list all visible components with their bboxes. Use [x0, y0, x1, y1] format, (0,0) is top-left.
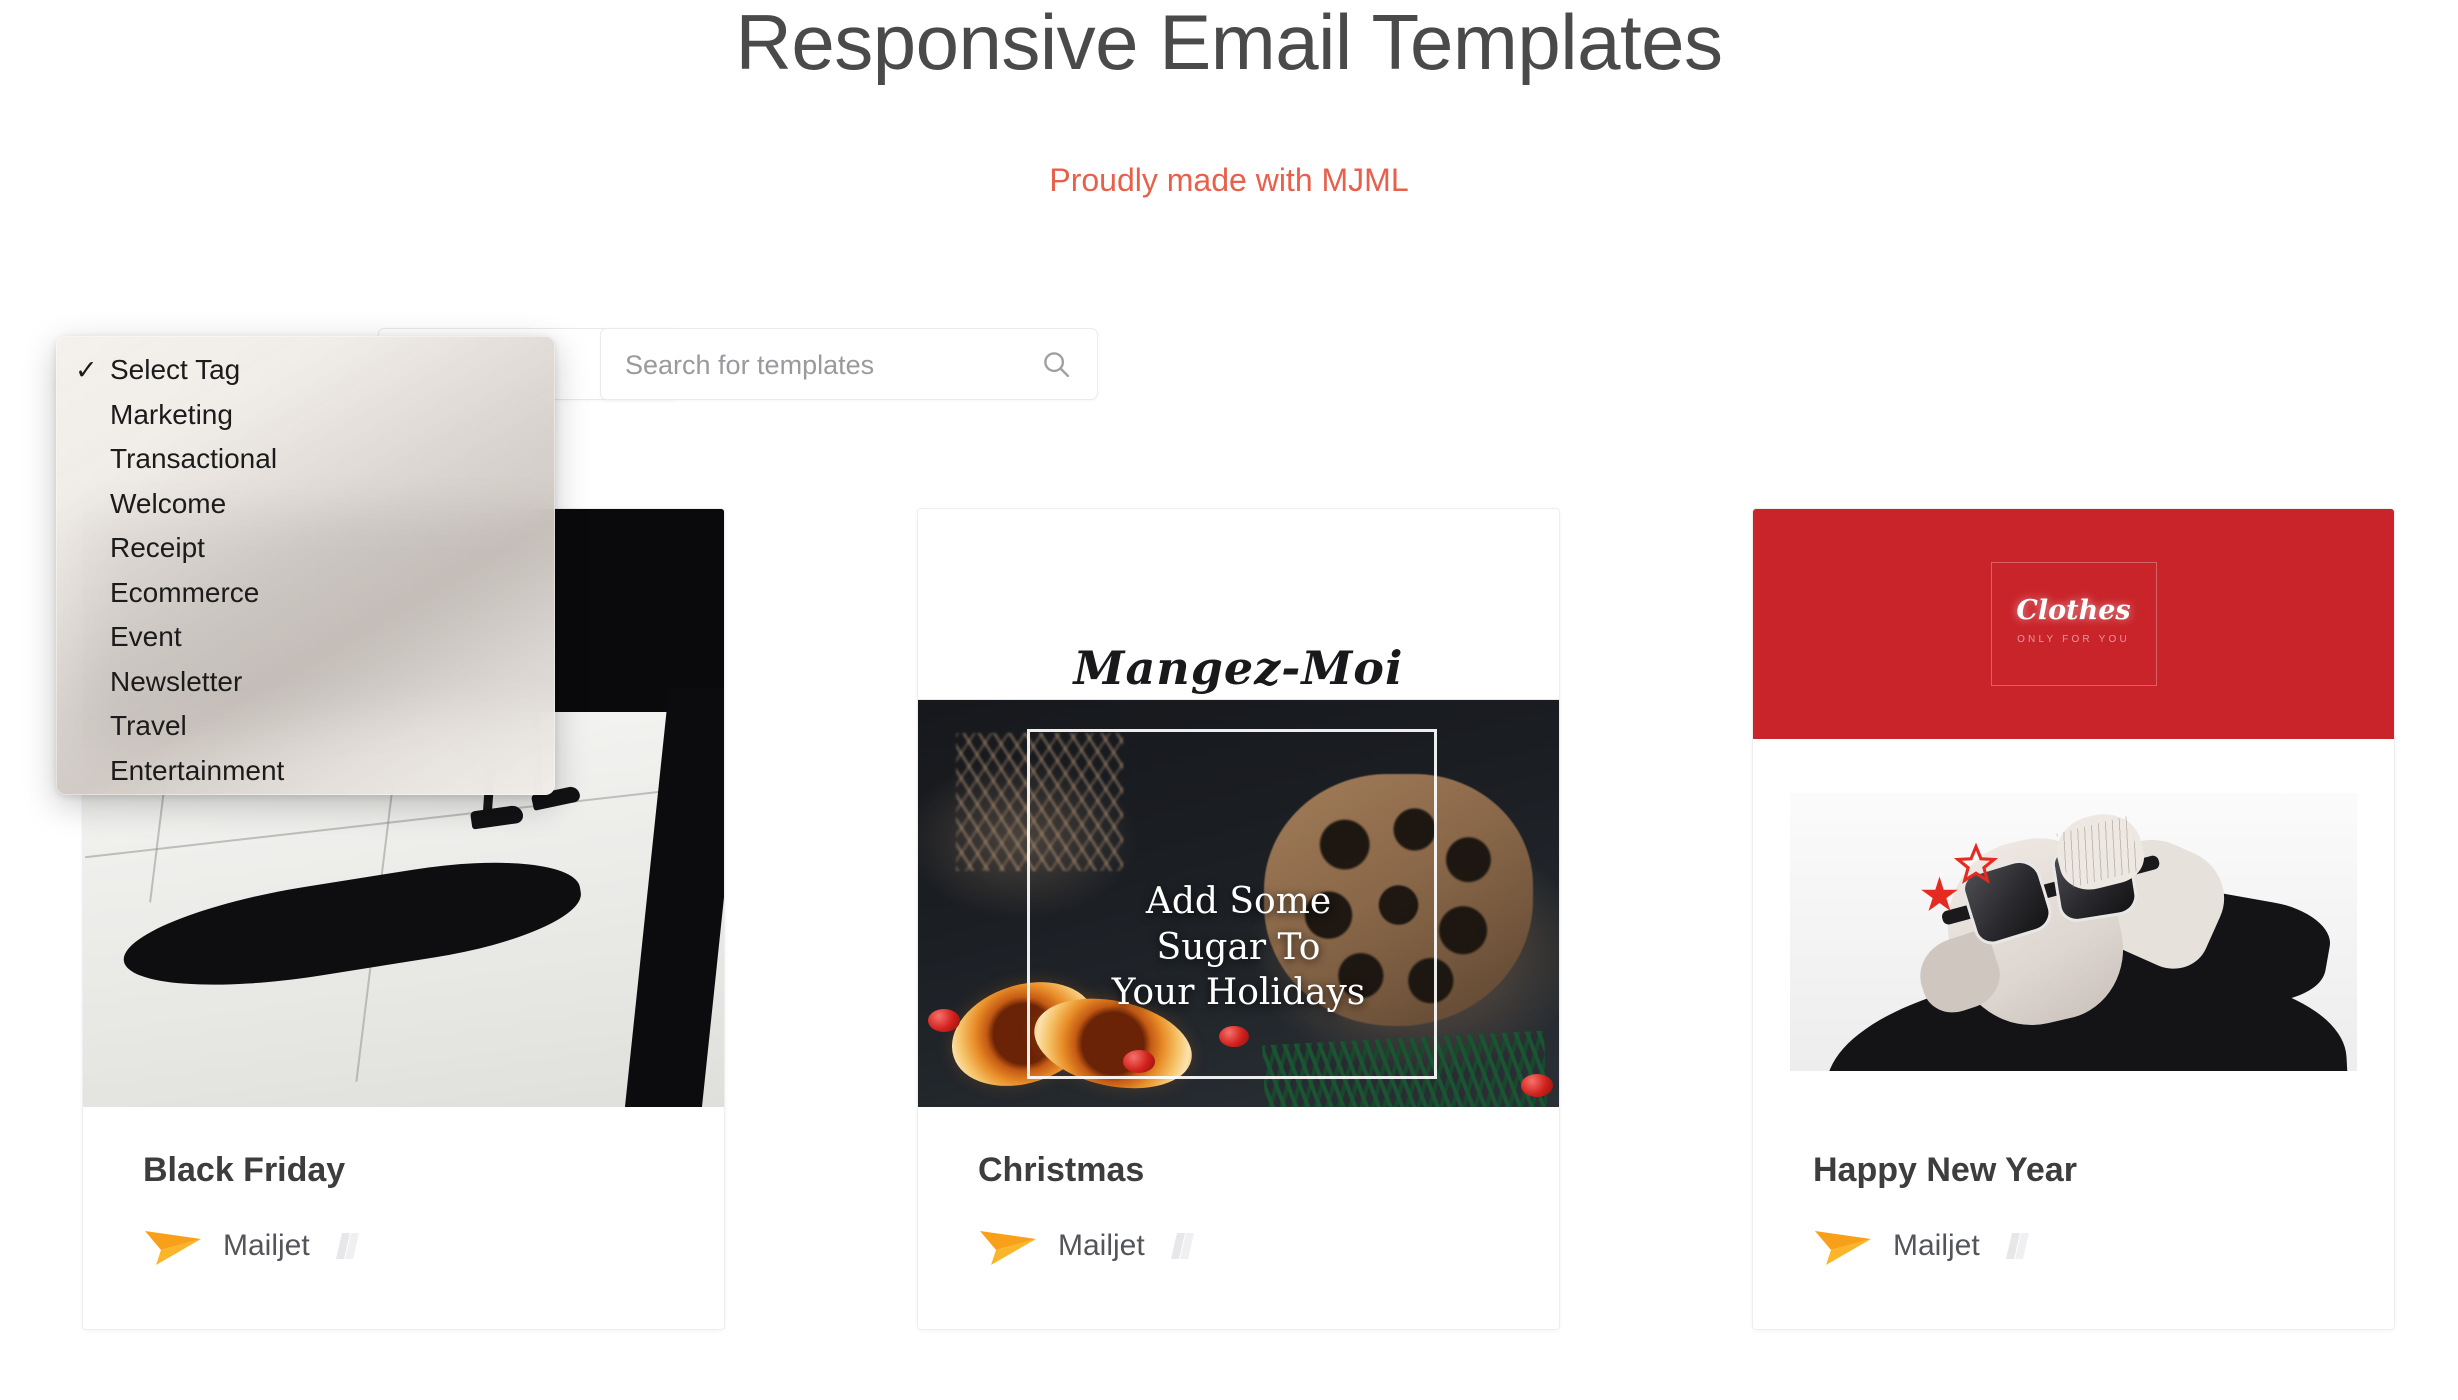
- mailjet-arrow-icon: [980, 1231, 1036, 1265]
- preview-hero-text: Add Some Sugar To Your Holidays: [918, 879, 1559, 1015]
- tag-option-label: Entertainment: [110, 754, 285, 786]
- template-title: Christmas: [978, 1151, 1145, 1189]
- template-author: Mailjet: [1813, 1225, 2032, 1267]
- template-thumbnail: Clothes ONLY FOR YOU: [1753, 509, 2394, 1107]
- template-thumbnail: Mangez-Moi Product | Concept | Contact A…: [918, 509, 1559, 1107]
- tag-option-select-tag[interactable]: ✓ Select Tag: [56, 348, 555, 393]
- mailjet-slash-icon: [335, 1233, 359, 1259]
- template-card-footer: Happy New Year Mailjet: [1753, 1107, 2394, 1329]
- tag-option-transactional[interactable]: Transactional: [56, 437, 555, 482]
- preview-hero-line: Add Some: [1145, 881, 1332, 923]
- template-author-name: Mailjet: [1058, 1229, 1145, 1262]
- christmas-preview-image: Mangez-Moi Product | Concept | Contact A…: [918, 509, 1559, 1107]
- template-author-name: Mailjet: [223, 1229, 310, 1262]
- tag-option-event[interactable]: Event: [56, 615, 555, 660]
- tag-option-label: Welcome: [110, 487, 227, 519]
- search-input[interactable]: [625, 329, 1021, 401]
- tag-option-label: Travel: [110, 710, 187, 741]
- preview-logo-box: Clothes ONLY FOR YOU: [1990, 562, 2157, 687]
- template-card-footer: Black Friday Mailjet: [83, 1107, 724, 1329]
- tag-option-label: Transactional: [110, 443, 278, 474]
- mailjet-arrow-icon: [1815, 1231, 1871, 1265]
- tag-option-list: ✓ Select Tag Marketing Transactional Welcome…: [56, 336, 555, 795]
- template-author-name: Mailjet: [1893, 1229, 1980, 1262]
- preview-logo: Clothes: [2016, 594, 2131, 626]
- mailjet-slash-icon: [1170, 1233, 1194, 1259]
- template-card-footer: Christmas Mailjet: [918, 1107, 1559, 1329]
- tag-select-dropdown[interactable]: ✓ Select Tag Marketing Transactional Welcome…: [56, 336, 555, 795]
- tag-option-newsletter[interactable]: Newsletter: [56, 660, 555, 705]
- tag-option-label: Ecommerce: [110, 576, 260, 608]
- tag-option-ecommerce[interactable]: Ecommerce: [56, 571, 555, 616]
- template-author: Mailjet: [143, 1225, 362, 1267]
- page-title: Responsive Email Templates: [735, 0, 1723, 86]
- template-card-christmas[interactable]: Mangez-Moi Product | Concept | Contact A…: [917, 508, 1560, 1330]
- template-card-happy-new-year[interactable]: Clothes ONLY FOR YOU Happy New Year Mail…: [1752, 508, 2395, 1330]
- preview-tagline: ONLY FOR YOU: [2017, 633, 2130, 645]
- preview-hero-line: Your Holidays: [1111, 971, 1366, 1013]
- template-title: Black Friday: [143, 1151, 346, 1189]
- page-subtitle: Proudly made with MJML: [1049, 162, 1409, 198]
- preview-hero: Add Some Sugar To Your Holidays: [918, 700, 1559, 1107]
- tag-option-label: Receipt: [110, 532, 205, 563]
- preview-hero-line: Sugar To: [1156, 926, 1321, 968]
- tag-option-label: Select Tag: [110, 354, 241, 385]
- tag-option-welcome[interactable]: Welcome: [56, 482, 555, 527]
- preview-logo: Mangez-Moi: [1073, 640, 1404, 695]
- star-outline-icon: [1954, 843, 1999, 884]
- tag-option-label: Event: [110, 621, 182, 652]
- tag-option-marketing[interactable]: Marketing: [56, 393, 555, 438]
- tag-option-entertainment[interactable]: Entertainment: [56, 749, 555, 794]
- search-box[interactable]: [600, 328, 1098, 401]
- preview-red-banner: Clothes ONLY FOR YOU: [1753, 509, 2394, 740]
- template-title: Happy New Year: [1813, 1151, 2077, 1189]
- template-author: Mailjet: [978, 1225, 1197, 1267]
- preview-photo: [1790, 793, 2357, 1072]
- tag-option-label: Newsletter: [110, 665, 243, 697]
- tag-option-travel[interactable]: Travel: [56, 704, 555, 749]
- search-icon: [1044, 352, 1070, 378]
- templates-gallery-page: Responsive Email Templates Proudly made …: [0, 0, 2458, 1400]
- tag-option-label: Marketing: [110, 398, 233, 430]
- preview-berry: [1520, 1074, 1553, 1098]
- happy-new-year-preview-image: Clothes ONLY FOR YOU: [1753, 509, 2394, 1107]
- tag-option-receipt[interactable]: Receipt: [56, 526, 555, 571]
- check-icon: ✓: [75, 355, 98, 385]
- mailjet-arrow-icon: [145, 1231, 201, 1265]
- mailjet-slash-icon: [2005, 1233, 2029, 1259]
